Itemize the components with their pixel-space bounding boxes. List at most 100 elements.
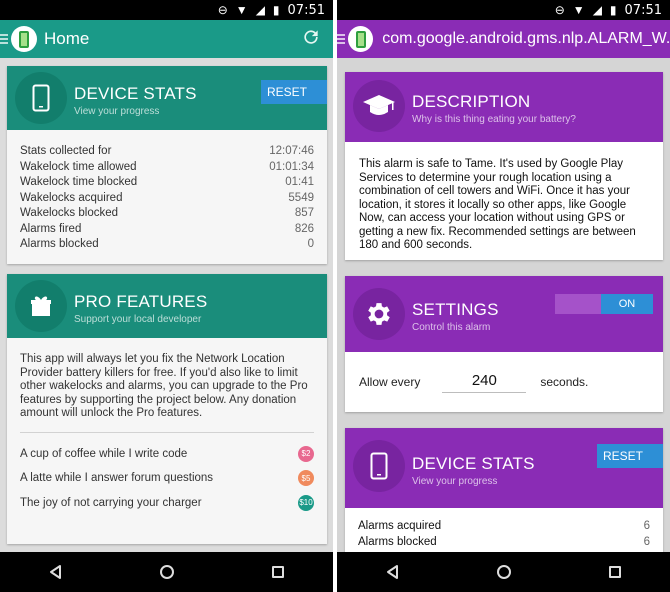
device-stats-title: DEVICE STATS	[412, 454, 535, 473]
stat-row: Wakelocks acquired 5549	[20, 191, 314, 207]
reset-button[interactable]: RESET	[597, 444, 663, 468]
stat-label: Wakelocks blocked	[20, 207, 119, 219]
stats-list: Stats collected for 12:07:46 Wakelock tim…	[7, 130, 327, 253]
back-button[interactable]	[381, 560, 405, 584]
description-card: DESCRIPTION Why is this thing eating you…	[345, 72, 663, 260]
status-bar: ⊖ ▼ ◢ ▮ 07:51	[337, 0, 670, 20]
stat-row: Alarms fired 826	[20, 222, 314, 238]
pro-features-body: This app will always let you fix the Net…	[20, 353, 308, 419]
back-button[interactable]	[44, 560, 68, 584]
device-stats-title: DEVICE STATS	[74, 84, 197, 103]
app-bar: com.google.android.gms.nlp.ALARM_W...	[337, 20, 670, 58]
price-badge[interactable]: $10	[298, 494, 314, 511]
phone-icon	[32, 84, 50, 112]
status-time: 07:51	[624, 2, 662, 18]
right-screen: ⊖ ▼ ◢ ▮ 07:51 com.google.android.gms.nlp…	[337, 0, 670, 592]
pro-features-card: PRO FEATURES Support your local develope…	[7, 274, 327, 544]
battery-icon: ▮	[609, 3, 617, 17]
description-title: DESCRIPTION	[412, 92, 531, 111]
stat-label: Alarms acquired	[358, 520, 442, 532]
pro-features-header: PRO FEATURES Support your local develope…	[7, 274, 327, 338]
donation-item-charger[interactable]: The joy of not carrying your charger $10	[20, 491, 314, 516]
donation-label: The joy of not carrying your charger	[20, 496, 202, 509]
signal-icon: ◢	[592, 3, 602, 17]
donation-item-latte[interactable]: A latte while I answer forum questions $…	[20, 466, 314, 491]
wifi-icon: ▼	[235, 3, 248, 17]
stat-label: Wakelock time blocked	[20, 176, 138, 188]
menu-icon[interactable]	[0, 34, 8, 44]
battery-logo-icon	[19, 30, 29, 48]
home-button[interactable]	[155, 560, 179, 584]
back-icon	[49, 565, 61, 579]
dnd-icon: ⊖	[554, 3, 565, 17]
stat-value: 6	[643, 520, 650, 532]
device-stats-subtitle: View your progress	[74, 106, 160, 117]
phone-icon	[370, 452, 388, 480]
stat-value: 6	[643, 535, 650, 548]
description-body: This alarm is safe to Tame. It's used by…	[359, 158, 636, 251]
stat-value: 857	[294, 207, 314, 219]
device-stats-subtitle: View your progress	[412, 476, 498, 487]
donation-item-coffee[interactable]: A cup of coffee while I write code $2	[20, 442, 314, 467]
description-subtitle: Why is this thing eating your battery?	[412, 114, 576, 125]
refresh-icon[interactable]	[301, 27, 321, 53]
recents-button[interactable]	[266, 560, 290, 584]
toggle-track	[555, 294, 601, 314]
donation-label: A cup of coffee while I write code	[20, 447, 188, 460]
stat-value: 826	[294, 222, 314, 235]
app-logo[interactable]	[348, 26, 374, 52]
stat-row: Stats collected for 12:07:46	[20, 144, 314, 160]
stat-row: Alarms blocked 0	[20, 237, 314, 253]
app-logo[interactable]	[11, 26, 37, 52]
home-icon	[496, 565, 511, 579]
alarm-toggle[interactable]: ON	[555, 294, 653, 314]
stat-row: Alarms acquired 6	[358, 519, 650, 535]
stat-label: Wakelock time allowed	[20, 160, 137, 173]
description-header: DESCRIPTION Why is this thing eating you…	[345, 72, 663, 142]
app-title: com.google.android.gms.nlp.ALARM_W...	[382, 30, 670, 47]
gear-icon	[368, 303, 390, 325]
main-content[interactable]: DESCRIPTION Why is this thing eating you…	[337, 58, 670, 552]
stat-row: Wakelocks blocked 857	[20, 206, 314, 222]
recents-icon	[608, 566, 621, 578]
reset-button[interactable]: RESET	[261, 80, 327, 104]
device-stats-card: DEVICE STATS View your progress RESET St…	[7, 66, 327, 264]
stats-list: Alarms acquired 6 Alarms blocked 6	[345, 508, 663, 550]
recents-button[interactable]	[603, 560, 627, 584]
pro-features-subtitle: Support your local developer	[74, 314, 202, 325]
device-stats-card: DEVICE STATS View your progress RESET Al…	[345, 428, 663, 552]
nav-bar	[337, 552, 670, 592]
interval-row: Allow every seconds.	[345, 352, 663, 412]
status-time: 07:51	[287, 2, 325, 18]
app-bar: Home	[0, 20, 333, 58]
grad-cap-icon-circle	[353, 80, 405, 132]
signal-icon: ◢	[255, 3, 265, 17]
phone-icon-circle	[15, 72, 67, 124]
battery-icon: ▮	[272, 3, 280, 17]
donation-label: A latte while I answer forum questions	[20, 472, 214, 485]
main-content[interactable]: DEVICE STATS View your progress RESET St…	[0, 58, 333, 552]
wifi-icon: ▼	[572, 3, 585, 17]
gift-icon	[31, 296, 51, 316]
stat-value: 12:07:46	[269, 145, 314, 157]
settings-title: SETTINGS	[412, 300, 499, 319]
pro-features-title: PRO FEATURES	[74, 292, 208, 311]
interval-input[interactable]	[442, 371, 527, 393]
nav-bar	[0, 552, 333, 592]
stat-label: Alarms fired	[20, 222, 82, 235]
app-title: Home	[44, 29, 90, 48]
price-badge[interactable]: $2	[298, 445, 314, 462]
home-icon	[159, 565, 174, 579]
left-screen: ⊖ ▼ ◢ ▮ 07:51 Home DEVICE STATS View you…	[0, 0, 333, 592]
price-badge[interactable]: $5	[298, 470, 314, 487]
stat-label: Alarms blocked	[358, 535, 437, 548]
gear-icon-circle	[353, 288, 405, 340]
device-stats-header: DEVICE STATS View your progress RESET	[7, 66, 327, 130]
back-icon	[386, 565, 398, 579]
divider	[20, 431, 314, 433]
donation-list: A cup of coffee while I write code $2 A …	[7, 442, 327, 516]
menu-icon[interactable]	[337, 34, 345, 44]
stat-row: Alarms blocked 6	[358, 535, 650, 551]
stat-value: 0	[307, 238, 314, 250]
home-button[interactable]	[492, 560, 516, 584]
